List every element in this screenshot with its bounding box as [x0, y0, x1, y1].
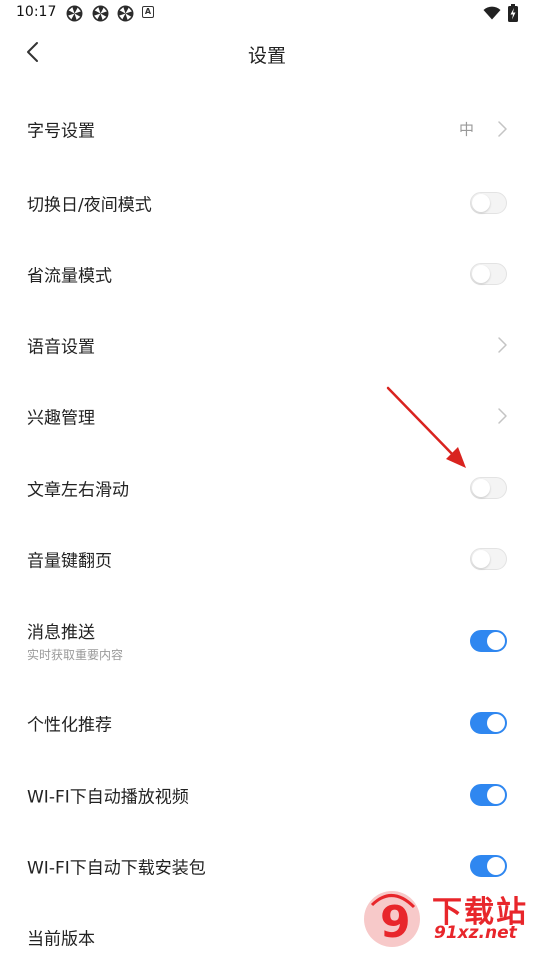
setting-wifi-autoplay-video: WI-FI下自动播放视频	[0, 762, 534, 828]
setting-data-saver: 省流量模式	[0, 241, 534, 307]
wifi-icon	[483, 6, 501, 20]
pinwheel-icon	[117, 5, 134, 22]
watermark-logo: 9	[364, 891, 420, 948]
setting-label: 个性化推荐	[27, 715, 112, 736]
setting-personalized-recommend: 个性化推荐	[0, 690, 534, 756]
toggle-knob	[487, 786, 505, 804]
setting-label: WI-FI下自动播放视频	[27, 787, 189, 808]
toggle-knob	[472, 550, 490, 568]
setting-label: 兴趣管理	[27, 408, 95, 429]
data-saver-toggle[interactable]	[470, 263, 507, 285]
wifi-auto-download-toggle[interactable]	[470, 855, 507, 877]
push-notifications-toggle[interactable]	[470, 630, 507, 652]
pinwheel-icon	[66, 5, 83, 22]
page-title: 设置	[247, 45, 286, 67]
setting-day-night-mode: 切换日/夜间模式	[0, 170, 534, 236]
day-night-toggle[interactable]	[470, 192, 507, 214]
setting-label: 消息推送	[27, 623, 95, 643]
setting-push-notifications: 消息推送 实时获取重要内容	[0, 608, 534, 674]
watermark-logo-glyph: 9	[380, 897, 411, 948]
setting-label: 字号设置	[27, 121, 95, 142]
toggle-knob	[487, 857, 505, 875]
pinwheel-icon	[92, 5, 109, 22]
setting-font-size[interactable]: 字号设置 中	[0, 96, 534, 162]
setting-voice[interactable]: 语音设置	[0, 312, 534, 378]
chevron-right-icon	[498, 408, 507, 424]
a-badge-icon: A	[142, 6, 154, 18]
status-bar: 10:17 A	[0, 0, 534, 28]
setting-label: 语音设置	[27, 337, 95, 358]
setting-label: 当前版本	[27, 929, 95, 950]
header: 设置	[0, 28, 534, 78]
toggle-knob	[487, 714, 505, 732]
toggle-knob	[472, 479, 490, 497]
chevron-right-icon	[498, 337, 507, 353]
toggle-knob	[487, 632, 505, 650]
watermark-url: 91xz.net	[434, 923, 517, 943]
setting-sublabel: 实时获取重要内容	[27, 648, 124, 662]
setting-volume-key-page: 音量键翻页	[0, 526, 534, 592]
annotation-arrow	[386, 386, 466, 468]
setting-label: 切换日/夜间模式	[27, 195, 152, 216]
wifi-autoplay-toggle[interactable]	[470, 784, 507, 806]
personalized-recommend-toggle[interactable]	[470, 712, 507, 734]
toggle-knob	[472, 194, 490, 212]
toggle-knob	[472, 265, 490, 283]
volume-key-toggle[interactable]	[470, 548, 507, 570]
setting-value: 中	[458, 120, 474, 139]
battery-charging-icon	[508, 4, 518, 22]
article-swipe-toggle[interactable]	[470, 477, 507, 499]
watermark: 9 下载站 91xz.net	[362, 885, 534, 950]
setting-label: 音量键翻页	[27, 551, 112, 572]
setting-label: 文章左右滑动	[27, 480, 129, 501]
status-time: 10:17	[16, 4, 57, 20]
setting-label: WI-FI下自动下载安装包	[27, 858, 206, 879]
chevron-right-icon	[498, 121, 507, 137]
setting-label: 省流量模式	[27, 266, 112, 287]
